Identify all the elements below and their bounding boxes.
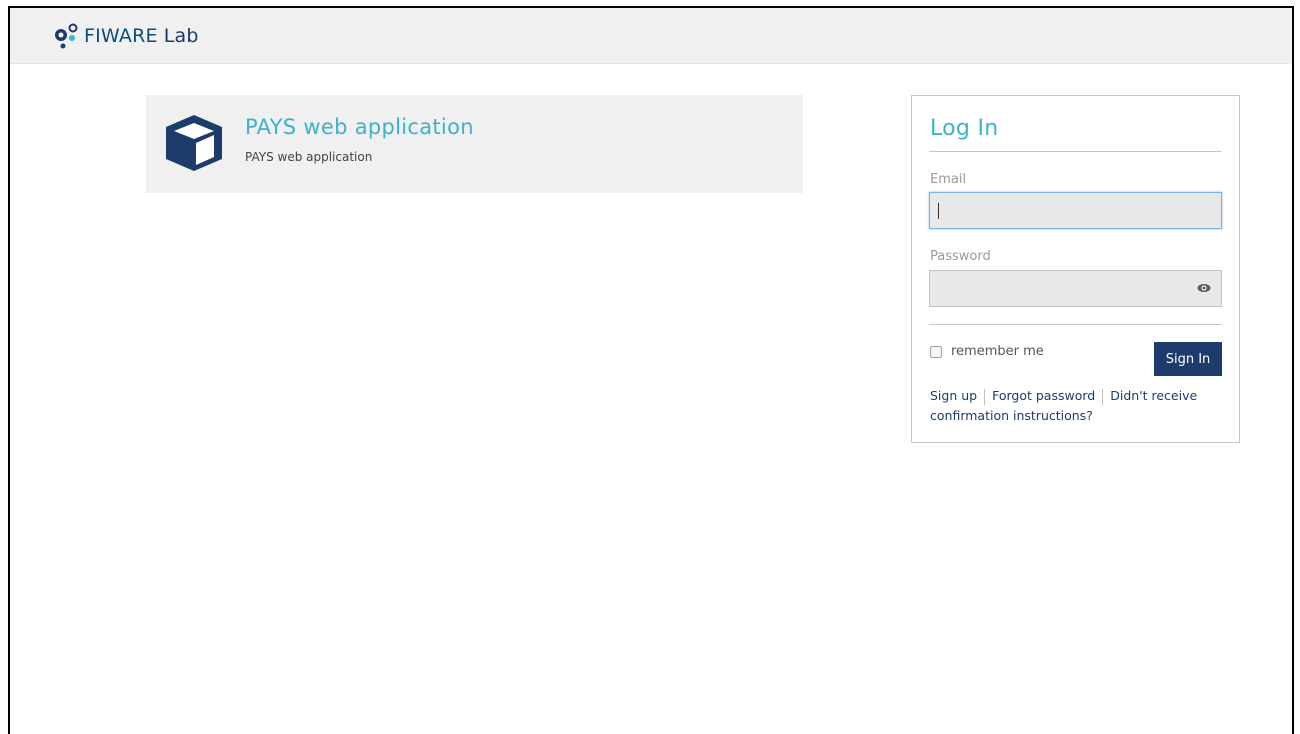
form-divider xyxy=(929,324,1222,325)
login-title: Log In xyxy=(930,116,999,141)
cube-icon xyxy=(166,115,222,171)
fiware-dots-icon xyxy=(55,23,78,49)
eye-icon[interactable] xyxy=(1197,283,1211,293)
sign-in-button[interactable]: Sign In xyxy=(1154,342,1222,376)
text-caret xyxy=(938,203,939,219)
remember-me[interactable]: remember me xyxy=(930,344,1044,359)
link-separator xyxy=(984,388,986,405)
link-separator xyxy=(1102,388,1104,405)
fiware-lab-logo[interactable]: FIWARE Lab xyxy=(54,20,199,52)
email-field[interactable] xyxy=(929,192,1222,229)
application-description: PAYS web application xyxy=(245,150,373,164)
top-bar: FIWARE Lab xyxy=(10,8,1292,64)
browser-frame: FIWARE Lab PAYS web application PAYS web … xyxy=(8,6,1294,734)
email-label: Email xyxy=(930,172,967,187)
brand-lab: Lab xyxy=(163,24,199,47)
login-panel: Log In Email Password remember me Sign I… xyxy=(911,95,1240,443)
remember-label: remember me xyxy=(951,344,1044,359)
application-card: PAYS web application PAYS web applicatio… xyxy=(146,95,803,193)
application-title: PAYS web application xyxy=(245,115,474,139)
password-field[interactable] xyxy=(929,270,1222,307)
title-divider xyxy=(929,151,1222,152)
brand-name: FIWARE Lab xyxy=(84,24,199,47)
sign-up-link[interactable]: Sign up xyxy=(930,388,977,403)
remember-checkbox[interactable] xyxy=(930,345,942,358)
password-label: Password xyxy=(930,249,991,264)
forgot-password-link[interactable]: Forgot password xyxy=(992,388,1095,403)
brand-fiware: FIWARE xyxy=(84,24,158,47)
account-links: Sign up Forgot password Didn't receive con… xyxy=(930,386,1210,426)
